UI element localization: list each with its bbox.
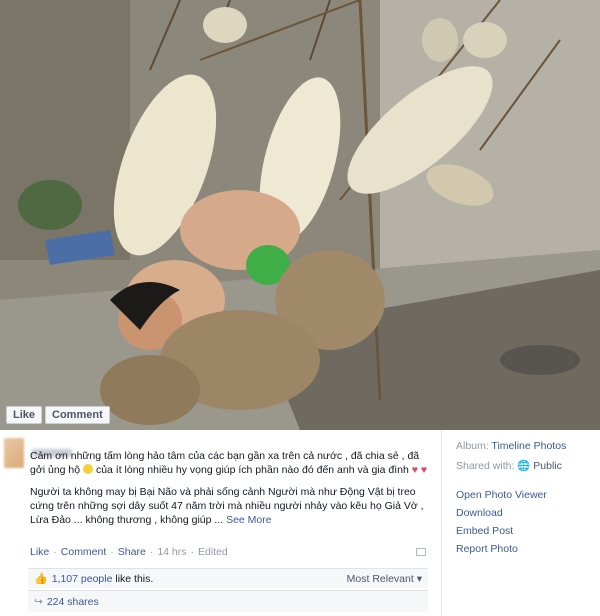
album-label: Album:	[456, 440, 489, 452]
post-text: Cảm ơn những tấm lòng hảo tâm của các bạ…	[30, 449, 430, 535]
post-paragraph-1-tail: của ít lòng nhiều hy vọng giúp ích phần …	[95, 464, 409, 476]
thumbs-up-icon: 👍	[34, 573, 48, 585]
sort-dropdown[interactable]: Most Relevant ▾	[347, 573, 422, 585]
share-icon[interactable]	[416, 548, 426, 556]
photo-comment-button[interactable]: Comment	[45, 406, 110, 424]
shares-count-link[interactable]: 224 shares	[47, 596, 99, 608]
separator: ·	[110, 546, 114, 558]
post-share-link[interactable]: Share	[118, 546, 146, 558]
heart-emoji-icon: ♥ ♥	[411, 464, 428, 476]
album-row: Album: Timeline Photos	[456, 440, 596, 452]
open-photo-viewer-link[interactable]: Open Photo Viewer	[456, 489, 596, 501]
shares-summary: ↪ 224 shares	[28, 590, 428, 612]
post-paragraph-1: Cảm ơn những tấm lòng hảo tâm của các bạ…	[30, 449, 430, 477]
post-actions: Like · Comment · Share · 14 hrs · Edited	[30, 546, 228, 558]
smile-emoji-icon	[83, 464, 94, 474]
sort-label: Most Relevant	[346, 572, 414, 585]
post-comment-link[interactable]: Comment	[61, 546, 107, 558]
globe-icon: 🌐	[517, 460, 531, 472]
likes-suffix: like this.	[115, 572, 154, 585]
shared-with-row: Shared with: 🌐 Public	[456, 459, 596, 472]
edited-label[interactable]: Edited	[198, 546, 228, 558]
photo-sidebar: Album: Timeline Photos Shared with: 🌐 Pu…	[456, 440, 596, 561]
see-more-link[interactable]: See More	[226, 514, 272, 526]
download-link[interactable]: Download	[456, 507, 596, 519]
share-arrow-icon: ↪	[34, 595, 43, 608]
caret-down-icon: ▾	[416, 572, 422, 585]
avatar[interactable]	[4, 438, 24, 468]
shared-with-label: Shared with:	[456, 460, 515, 472]
post-photo[interactable]: Like Comment	[0, 0, 600, 430]
album-link[interactable]: Timeline Photos	[491, 440, 566, 452]
report-photo-link[interactable]: Report Photo	[456, 543, 596, 555]
privacy-value[interactable]: Public	[533, 460, 562, 472]
likes-count-link[interactable]: 1,107 people	[52, 573, 113, 585]
post-paragraph-2: Người ta không may bị Bại Não và phải số…	[30, 485, 430, 527]
separator: ·	[190, 546, 195, 558]
photo-like-button[interactable]: Like	[6, 406, 43, 424]
post-timestamp[interactable]: 14 hrs	[157, 546, 186, 558]
post-like-link[interactable]: Like	[30, 546, 49, 558]
separator: ·	[53, 546, 57, 558]
post-body: Cảm ơn những tấm lòng hảo tâm của các bạ…	[0, 430, 442, 616]
embed-post-link[interactable]: Embed Post	[456, 525, 596, 537]
likes-summary: 👍 1,107 people like this. Most Relevant …	[28, 568, 428, 588]
photo-scene	[0, 0, 600, 430]
separator: ·	[149, 546, 154, 558]
